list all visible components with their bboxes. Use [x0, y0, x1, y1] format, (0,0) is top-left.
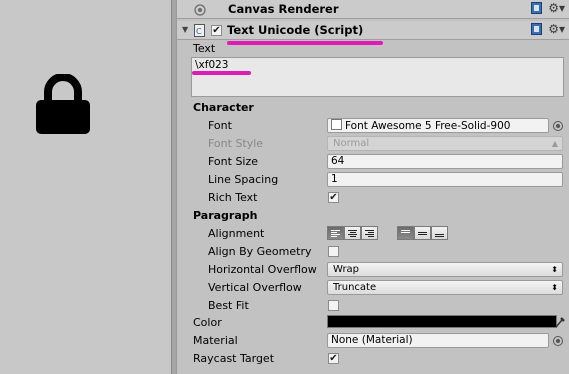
material-value: None (Material) [331, 334, 413, 346]
material-field[interactable]: None (Material) [327, 333, 549, 348]
vertical-overflow-dropdown[interactable]: Truncate ⬍ [327, 280, 563, 295]
align-bottom-button[interactable] [431, 226, 448, 240]
font-style-value: Normal [333, 138, 370, 149]
canvas-renderer-title: Canvas Renderer [228, 2, 339, 16]
text-input[interactable]: \xf023 [191, 57, 564, 97]
horizontal-overflow-dropdown[interactable]: Wrap ⬍ [327, 262, 563, 277]
align-left-button[interactable] [327, 226, 344, 240]
align-top-button[interactable] [397, 226, 414, 240]
font-value: Font Awesome 5 Free-Solid-900 [345, 120, 511, 132]
help-book-icon[interactable] [531, 2, 543, 14]
line-spacing-value: 1 [331, 173, 338, 185]
gear-icon[interactable]: ⚙▾ [548, 23, 565, 35]
help-book-icon[interactable] [531, 23, 543, 35]
align-center-button[interactable] [344, 226, 361, 240]
align-by-geometry-checkbox[interactable] [328, 246, 339, 257]
line-spacing-label: Line Spacing [208, 173, 279, 186]
raycast-target-label: Raycast Target [193, 352, 275, 365]
object-picker-icon[interactable] [553, 121, 563, 131]
best-fit-checkbox[interactable] [328, 300, 339, 311]
rich-text-label: Rich Text [208, 191, 258, 204]
foldout-arrow-icon[interactable]: ▼ [182, 25, 188, 34]
rich-text-checkbox[interactable]: ✔ [328, 192, 339, 203]
font-style-label: Font Style [208, 137, 264, 150]
vertical-overflow-label: Vertical Overflow [208, 281, 302, 294]
dropdown-arrow-icon: ▲ [551, 139, 558, 148]
eyedropper-icon[interactable] [554, 315, 566, 328]
material-label: Material [193, 334, 238, 347]
scene-view [0, 0, 171, 374]
alignment-label: Alignment [208, 227, 265, 240]
script-icon: C [194, 24, 205, 37]
eye-icon [194, 4, 206, 16]
vertical-alignment-group [397, 226, 448, 240]
best-fit-label: Best Fit [208, 299, 249, 312]
horizontal-alignment-group [327, 226, 378, 240]
font-size-value: 64 [331, 155, 345, 167]
vertical-overflow-value: Truncate [333, 282, 377, 293]
text-value: \xf023 [195, 59, 229, 71]
title-highlight [227, 41, 383, 45]
align-middle-button[interactable] [414, 226, 431, 240]
font-style-dropdown[interactable]: Normal ▲ [327, 136, 563, 151]
horizontal-overflow-label: Horizontal Overflow [208, 263, 317, 276]
align-by-geometry-label: Align By Geometry [208, 245, 312, 258]
text-unicode-title: Text Unicode (Script) [227, 23, 364, 37]
align-right-button[interactable] [361, 226, 378, 240]
dropdown-arrow-icon: ⬍ [551, 265, 558, 274]
color-label: Color [193, 316, 222, 329]
value-highlight [192, 71, 251, 75]
font-field[interactable]: Font Awesome 5 Free-Solid-900 [327, 118, 549, 133]
gear-icon[interactable]: ⚙▾ [548, 2, 565, 14]
character-header: Character [193, 101, 254, 114]
svg-text:C: C [196, 27, 202, 36]
font-size-label: Font Size [208, 155, 259, 168]
font-size-field[interactable]: 64 [327, 154, 563, 169]
inspector-panel: Canvas Renderer ⚙▾ ▼ C ✔ Text Unicode (S… [177, 0, 569, 374]
lock-icon [36, 74, 90, 134]
raycast-target-checkbox[interactable]: ✔ [328, 353, 339, 364]
font-label: Font [208, 119, 232, 132]
dropdown-arrow-icon: ⬍ [551, 283, 558, 292]
color-swatch[interactable] [327, 315, 557, 328]
text-unicode-header[interactable]: ▼ C ✔ Text Unicode (Script) ⚙▾ [177, 21, 569, 40]
horizontal-overflow-value: Wrap [333, 264, 360, 275]
canvas-renderer-header[interactable]: Canvas Renderer ⚙▾ [177, 0, 569, 19]
font-asset-icon [331, 119, 342, 130]
object-picker-icon[interactable] [553, 336, 563, 346]
line-spacing-field[interactable]: 1 [327, 172, 563, 187]
paragraph-header: Paragraph [193, 209, 258, 222]
text-unicode-enabled-checkbox[interactable]: ✔ [211, 25, 222, 36]
text-label: Text [193, 42, 216, 55]
